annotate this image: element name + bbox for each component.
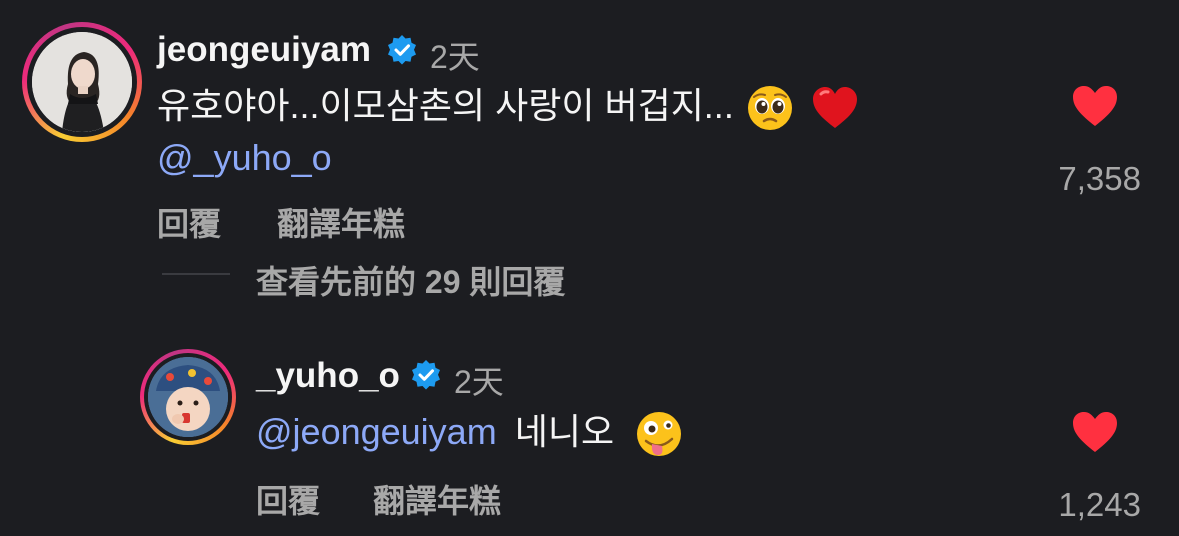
reply-body: 네니오	[514, 411, 615, 452]
reply-text: @jeongeuiyam 네니오	[256, 408, 684, 459]
red-heart-icon	[812, 87, 857, 129]
like-heart-icon[interactable]	[1071, 84, 1119, 128]
reply-time: 2天	[454, 364, 504, 400]
like-heart-icon[interactable]	[1071, 410, 1119, 454]
comment-body: 유호야아...이모삼촌의 사랑이 버겁지...	[157, 85, 734, 126]
comment-username[interactable]: jeongeuiyam	[157, 30, 371, 70]
translate-button[interactable]: 翻譯年糕	[373, 476, 501, 522]
comment-mention[interactable]: @_yuho_o	[157, 137, 332, 179]
avatar	[148, 357, 228, 437]
like-count: 7,358	[1058, 160, 1141, 197]
reply-avatar-ring[interactable]	[140, 349, 236, 445]
reply-mention[interactable]: @jeongeuiyam	[256, 411, 497, 452]
pleading-face-icon	[747, 86, 792, 131]
replies-divider	[162, 273, 230, 275]
reply-button[interactable]: 回覆	[157, 199, 221, 245]
avatar-image	[32, 32, 132, 132]
zany-face-icon	[637, 412, 682, 457]
reply-username[interactable]: _yuho_o	[256, 356, 400, 396]
verified-badge-icon	[388, 35, 416, 65]
translate-button[interactable]: 翻譯年糕	[277, 199, 405, 245]
comment-time: 2天	[430, 39, 480, 75]
comment-text: 유호야아...이모삼촌의 사랑이 버겁지...	[157, 84, 860, 132]
avatar-image	[148, 357, 228, 437]
view-previous-replies-button[interactable]: 查看先前的 29 則回覆	[256, 257, 565, 303]
verified-badge-icon	[412, 360, 440, 390]
avatar	[32, 32, 132, 132]
reply-button[interactable]: 回覆	[256, 476, 320, 522]
comment-avatar-ring[interactable]	[22, 22, 142, 142]
like-count: 1,243	[1058, 486, 1141, 523]
